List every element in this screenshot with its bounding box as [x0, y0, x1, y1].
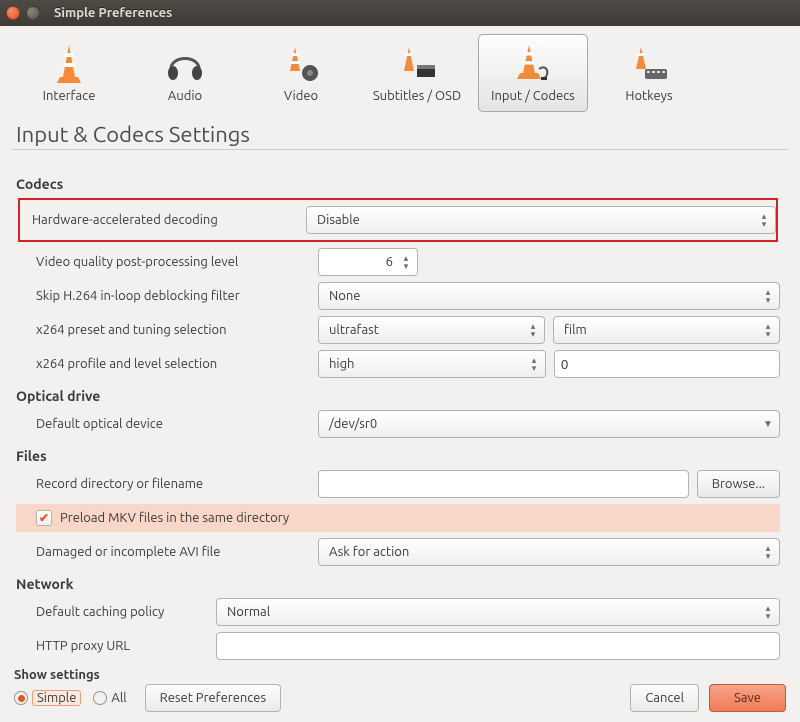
combo-value: Disable — [317, 213, 360, 227]
updown-icon: ▴▾ — [399, 254, 413, 270]
settings-scrollarea[interactable]: Codecs Hardware-accelerated decoding Dis… — [8, 166, 792, 662]
combo-value: Ask for action — [329, 545, 409, 559]
combo-skip-loop[interactable]: None ▴▾ — [318, 282, 780, 310]
label-hw-decoding: Hardware-accelerated decoding — [20, 213, 306, 227]
tab-hotkeys[interactable]: Hotkeys — [594, 34, 704, 112]
updown-icon: ▴▾ — [761, 604, 775, 620]
spin-postproc[interactable]: 6 ▴▾ — [318, 248, 418, 276]
combo-value: None — [329, 289, 361, 303]
combo-x264-tune[interactable]: film ▴▾ — [553, 316, 780, 344]
updown-icon: ▴▾ — [526, 322, 540, 338]
separator — [12, 149, 788, 150]
tab-label: Audio — [135, 89, 235, 103]
label-proxy: HTTP proxy URL — [16, 639, 216, 653]
vlc-cone-keyboard-icon — [599, 41, 699, 87]
chevron-down-icon: ▼ — [761, 419, 775, 429]
group-files: Files — [16, 448, 780, 464]
tab-label: Input / Codecs — [483, 89, 583, 103]
titlebar: Simple Preferences — [0, 0, 800, 26]
combo-optical-device[interactable]: /dev/sr0 ▼ — [318, 410, 780, 438]
headphones-icon — [135, 41, 235, 87]
label-preload-mkv: Preload MKV files in the same directory — [60, 511, 289, 525]
label-record-dir: Record directory or filename — [16, 477, 318, 491]
label-x264-preset: x264 preset and tuning selection — [16, 323, 318, 337]
vlc-cone-icon — [19, 41, 119, 87]
combo-x264-profile[interactable]: high ▴▾ — [318, 350, 546, 378]
combo-caching[interactable]: Normal ▴▾ — [216, 598, 780, 626]
footer: Show settings Simple All Reset Preferenc… — [0, 664, 800, 722]
radio-all[interactable] — [93, 691, 107, 705]
row-preload-mkv: ✔ Preload MKV files in the same director… — [16, 504, 780, 532]
show-settings-header: Show settings — [14, 668, 786, 682]
label-skip-loop: Skip H.264 in-loop deblocking filter — [16, 289, 318, 303]
close-icon[interactable] — [6, 6, 20, 20]
vlc-cone-cable-icon — [483, 41, 583, 87]
row-postproc: Video quality post-processing level 6 ▴▾ — [16, 248, 780, 276]
label-caching: Default caching policy — [16, 605, 216, 619]
input-proxy[interactable] — [216, 632, 780, 660]
row-skip-loop: Skip H.264 in-loop deblocking filter Non… — [16, 282, 780, 310]
save-button[interactable]: Save — [709, 684, 786, 712]
combo-value: film — [564, 323, 587, 337]
tab-label: Video — [251, 89, 351, 103]
window-title: Simple Preferences — [54, 6, 172, 20]
vlc-cone-clapper-icon — [367, 41, 467, 87]
tab-label: Hotkeys — [599, 89, 699, 103]
tab-subtitles[interactable]: Subtitles / OSD — [362, 34, 472, 112]
input-x264-level[interactable] — [554, 350, 780, 378]
tab-label: Subtitles / OSD — [367, 89, 467, 103]
label-postproc: Video quality post-processing level — [16, 255, 318, 269]
browse-button[interactable]: Browse... — [697, 470, 780, 498]
tab-label: Interface — [19, 89, 119, 103]
radio-simple-label: Simple — [32, 690, 81, 706]
label-x264-profile: x264 profile and level selection — [16, 357, 318, 371]
category-tabbar: Interface Audio Video — [0, 26, 800, 112]
row-avi: Damaged or incomplete AVI file Ask for a… — [16, 538, 780, 566]
group-optical: Optical drive — [16, 388, 780, 404]
tab-input-codecs[interactable]: Input / Codecs — [478, 34, 588, 112]
row-record-dir: Record directory or filename Browse... — [16, 470, 780, 498]
row-proxy: HTTP proxy URL — [16, 632, 780, 660]
updown-icon: ▴▾ — [527, 356, 541, 372]
row-hw-decoding: Hardware-accelerated decoding Disable ▴▾ — [18, 198, 778, 242]
vlc-cone-film-icon — [251, 41, 351, 87]
radio-all-label: All — [111, 691, 126, 705]
reset-preferences-button[interactable]: Reset Preferences — [145, 684, 281, 712]
combo-x264-preset[interactable]: ultrafast ▴▾ — [318, 316, 545, 344]
checkbox-preload-mkv[interactable]: ✔ — [36, 510, 52, 526]
minimize-icon[interactable] — [26, 6, 40, 20]
label-avi: Damaged or incomplete AVI file — [16, 545, 318, 559]
row-optical-device: Default optical device /dev/sr0 ▼ — [16, 410, 780, 438]
group-codecs: Codecs — [16, 176, 780, 192]
updown-icon: ▴▾ — [761, 288, 775, 304]
combo-value: ultrafast — [329, 323, 379, 337]
updown-icon: ▴▾ — [757, 212, 771, 228]
updown-icon: ▴▾ — [761, 544, 775, 560]
combo-value: Normal — [227, 605, 270, 619]
radio-simple[interactable] — [14, 691, 28, 705]
updown-icon: ▴▾ — [761, 322, 775, 338]
page-title: Input & Codecs Settings — [16, 122, 784, 147]
label-optical-device: Default optical device — [16, 417, 318, 431]
spin-value: 6 — [319, 255, 399, 269]
cancel-button[interactable]: Cancel — [630, 684, 699, 712]
row-caching: Default caching policy Normal ▴▾ — [16, 598, 780, 626]
row-x264-profile: x264 profile and level selection high ▴▾ — [16, 350, 780, 378]
combo-hw-decoding[interactable]: Disable ▴▾ — [306, 206, 776, 234]
combo-value: high — [329, 357, 354, 371]
group-network: Network — [16, 576, 780, 592]
tab-video[interactable]: Video — [246, 34, 356, 112]
tab-interface[interactable]: Interface — [14, 34, 124, 112]
combo-avi[interactable]: Ask for action ▴▾ — [318, 538, 780, 566]
input-record-dir[interactable] — [318, 470, 689, 498]
row-x264-preset: x264 preset and tuning selection ultrafa… — [16, 316, 780, 344]
tab-audio[interactable]: Audio — [130, 34, 240, 112]
combo-value: /dev/sr0 — [329, 417, 377, 431]
